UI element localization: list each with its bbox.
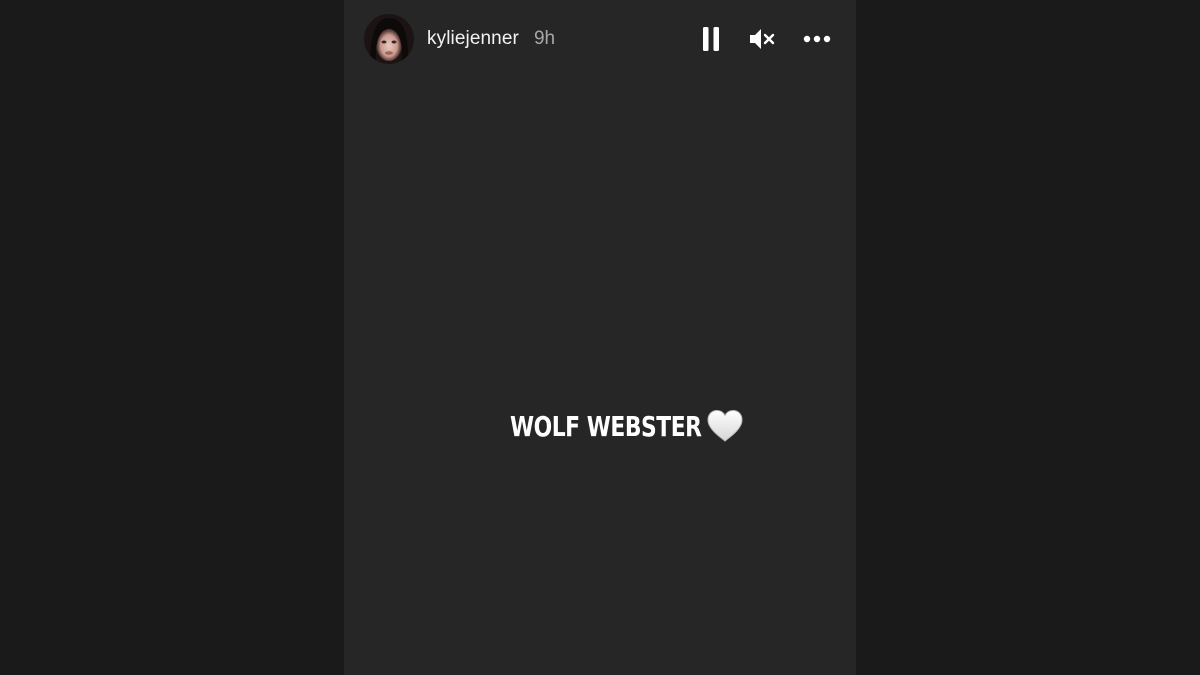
story-panel[interactable]: kyliejenner 9h WOLF WEBSTER <box>344 0 856 675</box>
pause-icon <box>703 27 719 51</box>
story-controls <box>698 14 836 64</box>
more-options-icon <box>803 35 831 43</box>
story-header: kyliejenner 9h <box>364 14 836 64</box>
username-link[interactable]: kyliejenner <box>427 28 519 50</box>
profile-photo-icon <box>364 14 414 64</box>
white-heart-icon <box>706 409 744 443</box>
pause-button[interactable] <box>698 24 724 54</box>
more-options-button[interactable] <box>802 24 832 54</box>
speaker-muted-icon <box>750 29 775 49</box>
story-viewer: kyliejenner 9h WOLF WEBSTER <box>0 0 1200 675</box>
story-caption: WOLF WEBSTER <box>344 404 856 448</box>
avatar[interactable] <box>364 14 414 64</box>
mute-button[interactable] <box>748 24 776 54</box>
caption-text: WOLF WEBSTER <box>510 409 702 443</box>
story-timestamp: 9h <box>533 28 556 49</box>
